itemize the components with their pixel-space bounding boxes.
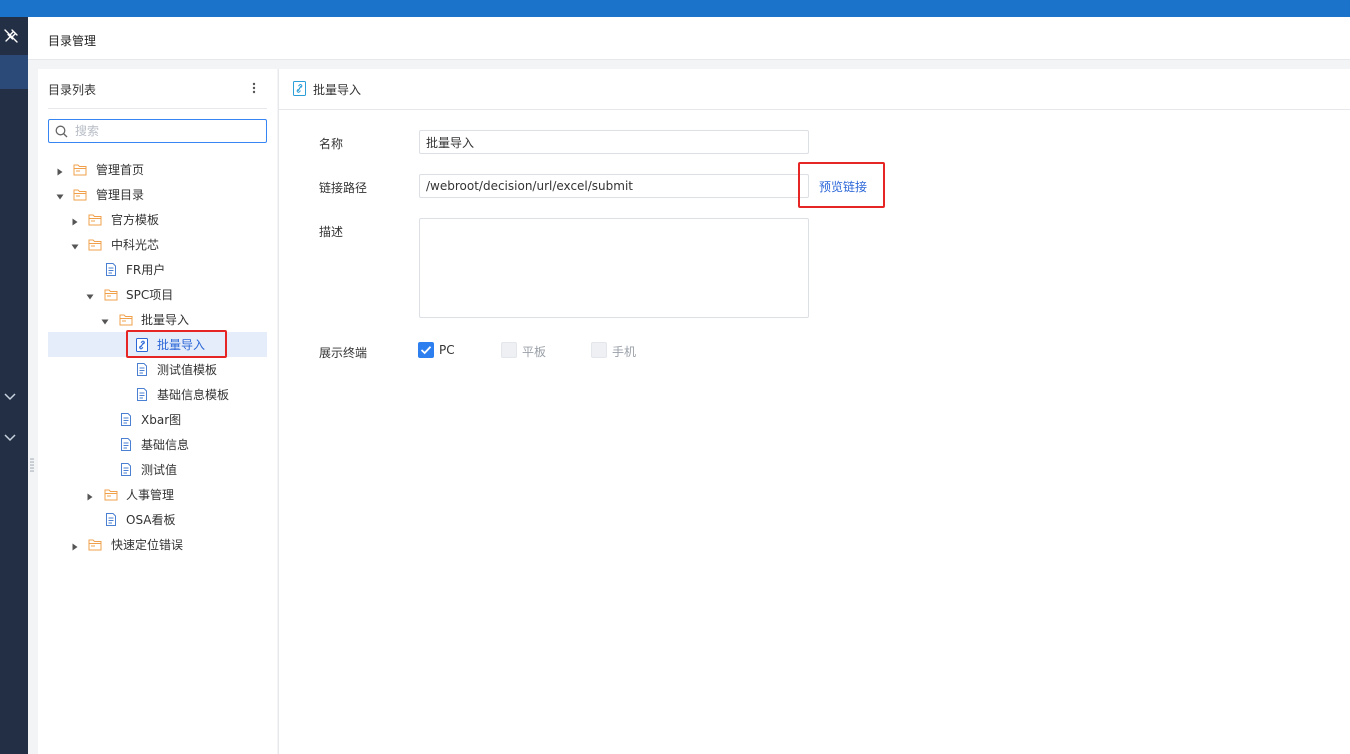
tree-item-link-selected[interactable]: 批量导入 xyxy=(48,332,267,357)
tree-item-label: 基础信息 xyxy=(141,438,190,452)
file-icon xyxy=(119,413,133,426)
link-path-label: 链接路径 xyxy=(319,181,368,195)
tree-item-label: 批量导入 xyxy=(157,338,206,352)
folder-icon xyxy=(104,288,118,301)
detail-panel: 批量导入 名称 链接路径 预览链接 描述 展示终端 PC 平板 手机 xyxy=(278,69,1350,754)
caret-right-icon[interactable] xyxy=(71,540,79,551)
tree-item-label: Xbar图 xyxy=(141,413,182,427)
tree-item-folder[interactable]: 快速定位错误 xyxy=(48,532,267,557)
tree-item-file[interactable]: OSA看板 xyxy=(48,507,267,532)
tree-item-folder[interactable]: 官方模板 xyxy=(48,207,267,232)
tree-item-file[interactable]: FR用户 xyxy=(48,257,267,282)
caret-right-icon[interactable] xyxy=(56,165,64,176)
folder-icon xyxy=(88,538,102,551)
folder-icon xyxy=(104,488,118,501)
preview-link-button[interactable]: 预览链接 xyxy=(819,178,867,195)
tree-item-folder[interactable]: 批量导入 xyxy=(48,307,267,332)
nav-active-item[interactable] xyxy=(0,55,28,89)
file-icon xyxy=(104,513,118,526)
description-field[interactable] xyxy=(419,218,809,318)
resize-grip-icon[interactable] xyxy=(30,458,34,472)
terminal-label: 展示终端 xyxy=(319,346,368,360)
caret-down-icon[interactable] xyxy=(71,240,79,250)
page-header: 目录管理 xyxy=(28,17,1350,60)
check-icon xyxy=(420,346,432,355)
pc-checkbox[interactable] xyxy=(418,342,434,358)
tree-item-folder[interactable]: 管理首页 xyxy=(48,157,267,182)
phone-checkbox[interactable] xyxy=(591,342,607,358)
chevron-down-icon[interactable] xyxy=(3,432,17,444)
tablet-checkbox[interactable] xyxy=(501,342,517,358)
tree-item-file[interactable]: 基础信息 xyxy=(48,432,267,457)
tree-item-folder[interactable]: SPC项目 xyxy=(48,282,267,307)
name-label: 名称 xyxy=(319,137,344,151)
caret-down-icon[interactable] xyxy=(86,290,94,300)
tree-item-file[interactable]: Xbar图 xyxy=(48,407,267,432)
tree-item-label: SPC项目 xyxy=(126,288,174,302)
link-icon xyxy=(135,338,149,352)
detail-title: 批量导入 xyxy=(313,83,362,97)
folder-icon xyxy=(88,213,102,226)
directory-tree-panel: 目录列表 管理首页 管理目录 官方模板 中科光芯 FR用户 SPC项目 xyxy=(38,69,277,754)
tree-item-label: 快速定位错误 xyxy=(111,538,184,552)
page-title: 目录管理 xyxy=(48,34,97,48)
pin-icon[interactable] xyxy=(3,28,19,44)
caret-right-icon[interactable] xyxy=(71,215,79,226)
folder-icon xyxy=(119,313,133,326)
caret-right-icon[interactable] xyxy=(86,490,94,501)
tablet-checkbox-label: 平板 xyxy=(522,345,547,359)
tree-item-file[interactable]: 基础信息模板 xyxy=(48,382,267,407)
link-path-field[interactable] xyxy=(419,174,809,198)
tree-item-label: 管理目录 xyxy=(96,188,145,202)
tree-item-label: FR用户 xyxy=(126,263,166,277)
file-icon xyxy=(104,263,118,276)
file-icon xyxy=(119,463,133,476)
pc-checkbox-label: PC xyxy=(439,343,455,357)
more-vertical-icon[interactable] xyxy=(250,81,258,95)
tree-item-folder[interactable]: 人事管理 xyxy=(48,482,267,507)
phone-checkbox-label: 手机 xyxy=(612,345,637,359)
tree-item-file[interactable]: 测试值模板 xyxy=(48,357,267,382)
tree-panel-divider xyxy=(48,108,267,109)
caret-down-icon[interactable] xyxy=(101,315,109,325)
name-field[interactable] xyxy=(419,130,809,154)
file-icon xyxy=(135,363,149,376)
description-label: 描述 xyxy=(319,225,344,239)
tree-item-label: 基础信息模板 xyxy=(157,388,230,402)
folder-icon xyxy=(88,238,102,251)
tree-item-label: 测试值 xyxy=(141,463,178,477)
folder-icon xyxy=(73,163,87,176)
tree-item-label: 批量导入 xyxy=(141,313,190,327)
tree-item-label: OSA看板 xyxy=(126,513,176,527)
tree-item-label: 中科光芯 xyxy=(111,238,160,252)
caret-down-icon[interactable] xyxy=(56,190,64,200)
tree-panel-title: 目录列表 xyxy=(48,83,97,97)
link-icon xyxy=(293,81,306,96)
tree-item-label: 管理首页 xyxy=(96,163,145,177)
file-icon xyxy=(119,438,133,451)
left-nav-strip xyxy=(0,17,28,754)
tree-item-label: 人事管理 xyxy=(126,488,175,502)
file-icon xyxy=(135,388,149,401)
search-icon xyxy=(55,125,68,138)
search-input[interactable] xyxy=(75,123,261,139)
tree-item-folder[interactable]: 管理目录 xyxy=(48,182,267,207)
tree-item-label: 官方模板 xyxy=(111,213,160,227)
detail-header: 批量导入 xyxy=(279,69,1350,110)
folder-icon xyxy=(73,188,87,201)
tree-item-file[interactable]: 测试值 xyxy=(48,457,267,482)
tree-item-label: 测试值模板 xyxy=(157,363,218,377)
search-box[interactable] xyxy=(48,119,267,143)
tree-item-folder[interactable]: 中科光芯 xyxy=(48,232,267,257)
chevron-down-icon[interactable] xyxy=(3,391,17,403)
top-bar xyxy=(0,0,1350,17)
